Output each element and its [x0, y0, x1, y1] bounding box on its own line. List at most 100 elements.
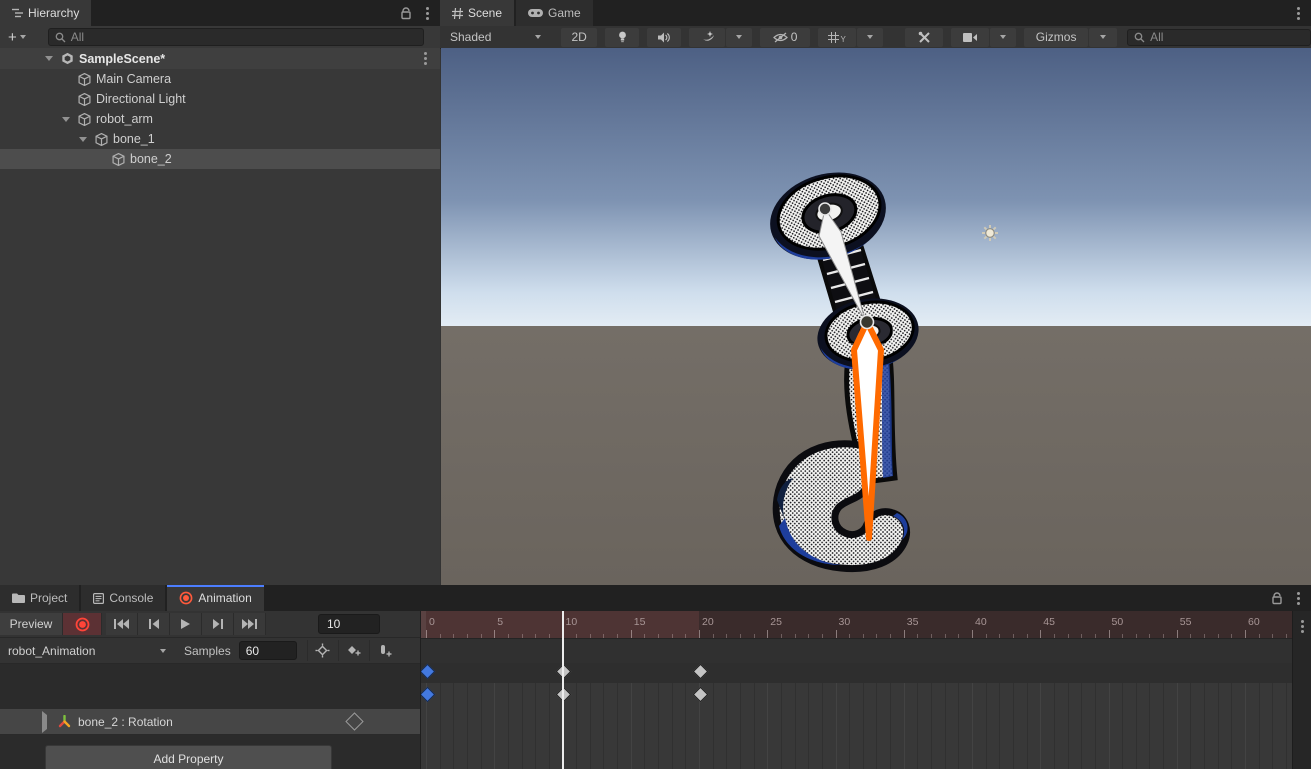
grid-line	[904, 708, 905, 769]
previous-frame-button[interactable]	[138, 613, 170, 635]
property-keyframe-toggle-icon[interactable]	[345, 712, 363, 730]
tab-hierarchy[interactable]: Hierarchy	[0, 0, 91, 26]
add-event-button[interactable]	[369, 640, 400, 661]
hierarchy-item-robot-arm[interactable]: robot_arm	[0, 109, 440, 129]
speaker-icon	[658, 32, 670, 43]
animation-window-menu-icon[interactable]	[1293, 591, 1303, 605]
hash-icon	[452, 8, 463, 19]
go-to-last-frame-button[interactable]	[234, 613, 266, 635]
tab-animation[interactable]: Animation	[167, 585, 263, 611]
tab-console[interactable]: Console	[81, 585, 165, 611]
hierarchy-item-samplescene-[interactable]: SampleScene*	[0, 48, 440, 69]
scene-row-menu-icon[interactable]	[420, 52, 430, 66]
bone2-rotation-track[interactable]	[421, 683, 1293, 709]
lightbulb-icon	[618, 31, 627, 43]
animation-timeline[interactable]: 051015202530354045505560	[420, 611, 1293, 769]
keyframe-summary-frame-20[interactable]	[692, 664, 708, 680]
toggle-2d-button[interactable]: 2D	[561, 28, 597, 47]
hierarchy-item-label: robot_arm	[96, 112, 153, 126]
gizmos-dropdown[interactable]: Gizmos	[1024, 28, 1088, 47]
hierarchy-item-directional-light[interactable]: Directional Light	[0, 89, 440, 109]
add-property-button[interactable]: Add Property	[45, 745, 332, 769]
ruler-tick	[617, 634, 618, 638]
expander-icon[interactable]	[62, 117, 70, 122]
ruler-tick	[1081, 634, 1082, 638]
hierarchy-item-main-camera[interactable]: Main Camera	[0, 69, 440, 89]
keyframe-bone_2-rotation-frame-10[interactable]	[556, 687, 572, 703]
scene-grid-button[interactable]: Y	[818, 28, 856, 47]
next-frame-button[interactable]	[202, 613, 234, 635]
record-icon	[75, 617, 90, 632]
ruler-tick	[890, 634, 891, 638]
grid-line	[617, 708, 618, 769]
tab-scene[interactable]: Scene	[440, 0, 514, 26]
create-object-button[interactable]: +	[0, 29, 34, 46]
ruler-tick	[1109, 630, 1110, 638]
ruler-tick	[931, 634, 932, 638]
expander-icon[interactable]	[45, 56, 53, 61]
tab-project[interactable]: Project	[0, 585, 79, 611]
keyframe-summary-frame-10[interactable]	[556, 664, 572, 680]
keyframe-bone_2-rotation-frame-0[interactable]	[420, 687, 435, 703]
scene-menu-icon[interactable]	[1293, 6, 1303, 20]
scene-search-input[interactable]: All	[1127, 29, 1311, 46]
ruler-tick	[522, 634, 523, 638]
gizmos-dropdown-arrow[interactable]	[1089, 28, 1117, 47]
hierarchy-item-bone-1[interactable]: bone_1	[0, 129, 440, 149]
scene-viewport[interactable]	[441, 48, 1311, 585]
property-expander-icon[interactable]	[42, 711, 47, 733]
ruler-tick	[1095, 634, 1096, 638]
grid-line	[1054, 683, 1055, 708]
bottom-tabstrip: Project Console Animation	[0, 585, 1311, 611]
lock-icon[interactable]	[400, 7, 412, 20]
scene-visibility-button[interactable]: 0	[760, 28, 810, 47]
grid-line	[440, 683, 441, 708]
play-button[interactable]	[170, 613, 202, 635]
record-button[interactable]	[63, 613, 102, 635]
ruler-tick	[1122, 634, 1123, 638]
grid-line	[1013, 708, 1014, 769]
property-row-bone2-rotation[interactable]: bone_2 : Rotation	[0, 709, 420, 735]
add-keyframe-button[interactable]	[338, 640, 369, 661]
grid-line	[1163, 708, 1164, 769]
hierarchy-search-input[interactable]: All	[48, 28, 424, 46]
tab-game[interactable]: Game	[516, 0, 593, 26]
hierarchy-menu-icon[interactable]	[422, 6, 432, 20]
grid-line	[972, 708, 973, 769]
tab-hierarchy-label: Hierarchy	[28, 6, 79, 20]
grid-line	[822, 708, 823, 769]
keying-filter-button[interactable]	[307, 640, 338, 661]
light-gizmo-icon[interactable]	[982, 225, 998, 241]
grid-line	[986, 708, 987, 769]
scene-tools-button[interactable]	[905, 28, 943, 47]
unity-scene-icon	[59, 52, 75, 65]
grid-line	[1204, 708, 1205, 769]
grid-line	[576, 683, 577, 708]
timeline-menu-icon[interactable]	[1298, 619, 1308, 633]
expander-icon[interactable]	[79, 137, 87, 142]
timeline-ruler[interactable]: 051015202530354045505560	[421, 611, 1293, 639]
summary-track[interactable]	[421, 663, 1293, 684]
current-frame-field[interactable]: 10	[318, 614, 380, 634]
keyframe-summary-frame-0[interactable]	[420, 664, 435, 680]
keyframe-bone_2-rotation-frame-20[interactable]	[692, 687, 708, 703]
grid-line	[481, 683, 482, 708]
hierarchy-item-bone-2[interactable]: bone_2	[0, 149, 440, 169]
scene-camera-button[interactable]	[951, 28, 989, 47]
playhead[interactable]	[562, 611, 564, 769]
grid-dropdown-arrow[interactable]	[857, 28, 883, 47]
scene-effects-button[interactable]	[689, 28, 725, 47]
go-to-first-frame-button[interactable]	[106, 613, 138, 635]
effects-dropdown-arrow[interactable]	[726, 28, 752, 47]
scene-lighting-button[interactable]	[605, 28, 639, 47]
scene-audio-button[interactable]	[647, 28, 681, 47]
ruler-tick	[453, 634, 454, 638]
grid-line	[1190, 708, 1191, 769]
camera-dropdown-arrow[interactable]	[990, 28, 1016, 47]
draw-mode-dropdown[interactable]: Shaded	[444, 28, 547, 47]
dopesheet-grid[interactable]	[421, 708, 1293, 769]
samples-field[interactable]: 60	[239, 641, 297, 660]
lock-icon[interactable]	[1271, 592, 1283, 605]
preview-toggle-button[interactable]: Preview	[0, 613, 63, 635]
animation-clip-dropdown[interactable]: robot_Animation	[0, 638, 174, 663]
